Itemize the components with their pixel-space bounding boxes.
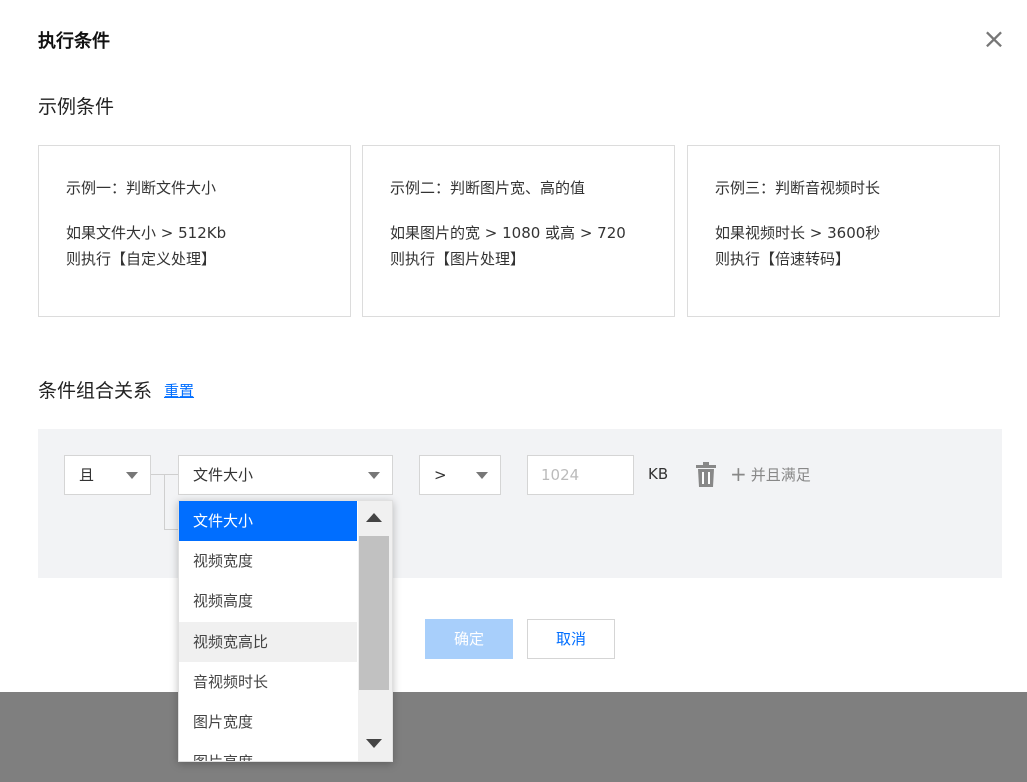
execution-condition-dialog: 执行条件 × 示例条件 示例一：判断文件大小 如果文件大小 > 512Kb 则执… (4, 0, 1027, 692)
close-icon[interactable]: × (982, 25, 1006, 53)
cancel-button[interactable]: 取消 (527, 619, 615, 659)
combination-title: 条件组合关系 (38, 380, 153, 402)
dropdown-option[interactable]: 文件大小 (179, 501, 357, 541)
dropdown-option[interactable]: 视频高度 (179, 581, 357, 621)
example-card-1: 示例一：判断文件大小 如果文件大小 > 512Kb 则执行【自定义处理】 (38, 145, 351, 317)
add-condition-label: 并且满足 (750, 466, 811, 484)
example-heading: 示例三：判断音视频时长 (715, 179, 881, 197)
dropdown-option[interactable]: 视频宽度 (179, 541, 357, 581)
scroll-down-icon[interactable] (366, 739, 382, 748)
example-action: 则执行【自定义处理】 (66, 250, 217, 268)
chevron-down-icon (126, 472, 138, 479)
connector-line (164, 474, 165, 530)
confirm-button[interactable]: 确定 (425, 619, 513, 659)
reset-link[interactable]: 重置 (164, 380, 194, 401)
example-card-2: 示例二：判断图片宽、高的值 如果图片的宽 > 1080 或高 > 720 则执行… (362, 145, 675, 317)
example-action: 则执行【倍速转码】 (715, 250, 851, 268)
logic-select[interactable]: 且 (64, 455, 151, 495)
example-heading: 示例二：判断图片宽、高的值 (390, 179, 586, 197)
field-dropdown: 文件大小 视频宽度 视频高度 视频宽高比 音视频时长 图片宽度 图片高度 (178, 500, 393, 762)
scroll-up-icon[interactable] (366, 513, 382, 522)
scroll-thumb[interactable] (359, 536, 389, 690)
dropdown-scrollbar[interactable] (358, 501, 392, 761)
dropdown-option[interactable]: 图片宽度 (179, 702, 357, 742)
example-condition: 如果文件大小 > 512Kb (66, 224, 227, 242)
example-card-3: 示例三：判断音视频时长 如果视频时长 > 3600秒 则执行【倍速转码】 (687, 145, 1000, 317)
operator-select[interactable]: > (419, 455, 501, 495)
connector-line (164, 529, 178, 530)
operator-select-value: > (434, 466, 447, 484)
example-condition: 如果图片的宽 > 1080 或高 > 720 (390, 224, 626, 242)
trash-icon[interactable] (694, 462, 718, 488)
dropdown-option[interactable]: 视频宽高比 (179, 622, 357, 662)
field-select-value: 文件大小 (193, 466, 254, 484)
unit-label: KB (648, 465, 669, 483)
field-select[interactable]: 文件大小 (178, 455, 393, 495)
example-action: 则执行【图片处理】 (390, 250, 526, 268)
logic-select-value: 且 (79, 466, 95, 484)
chevron-down-icon (476, 472, 488, 479)
example-heading: 示例一：判断文件大小 (66, 179, 217, 197)
example-condition: 如果视频时长 > 3600秒 (715, 224, 881, 242)
dialog-title: 执行条件 (38, 31, 110, 52)
dropdown-option[interactable]: 图片高度 (179, 742, 357, 761)
value-input[interactable] (527, 455, 634, 495)
add-condition-button[interactable]: + 并且满足 (730, 464, 811, 485)
plus-icon: + (730, 462, 747, 486)
dropdown-option[interactable]: 音视频时长 (179, 662, 357, 702)
chevron-down-icon (368, 472, 380, 479)
examples-section-title: 示例条件 (38, 96, 115, 118)
